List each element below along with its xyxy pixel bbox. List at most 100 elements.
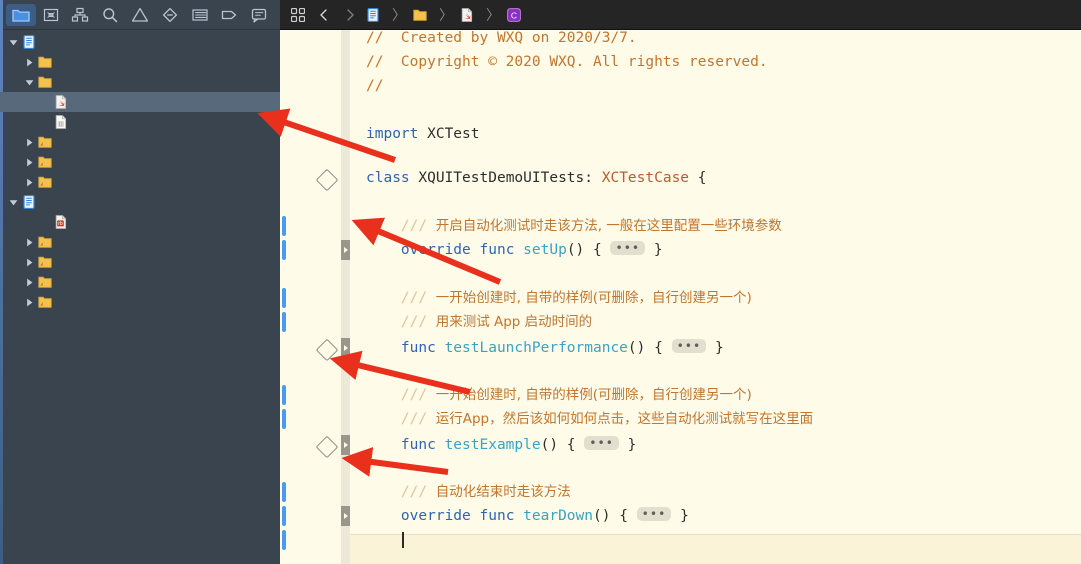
svg-text:rb: rb: [58, 221, 63, 227]
project-icon: [20, 35, 38, 49]
code-placeholder-token[interactable]: •••: [672, 339, 707, 353]
plist-file-icon: [52, 115, 70, 129]
file-tree-row[interactable]: rb: [0, 212, 280, 232]
folder-icon: [36, 75, 54, 89]
file-tree-row[interactable]: [0, 32, 280, 52]
file-tree-row[interactable]: [0, 232, 280, 252]
code-fold-arrow-icon[interactable]: [341, 435, 350, 455]
code-placeholder-token[interactable]: •••: [637, 507, 672, 521]
back-button[interactable]: [314, 5, 334, 25]
project-navigator-icon[interactable]: [6, 4, 36, 26]
code-folding-ribbon[interactable]: [341, 30, 350, 564]
code-fold-arrow-icon[interactable]: [341, 506, 350, 526]
code-line: func testExample() { ••• }: [366, 435, 636, 455]
test-run-diamond-icon[interactable]: [316, 169, 339, 192]
file-tree-row[interactable]: [0, 52, 280, 72]
ruby-file-icon: rb: [52, 215, 70, 229]
jump-bar: 〉〉〉C: [280, 0, 1081, 30]
uncommitted-change-bar: [282, 482, 286, 502]
swift-file-icon: [460, 8, 474, 22]
code-line: /// 开启自动化测试时走该方法, 一般在这里配置一些环境参数: [366, 216, 782, 236]
file-tree-row[interactable]: [0, 132, 280, 152]
xcode-window: rb 〉〉〉C // Create: [0, 0, 1081, 564]
issue-navigator-icon[interactable]: [125, 4, 155, 26]
find-navigator-icon[interactable]: [95, 4, 125, 26]
disclosure-triangle-icon[interactable]: [22, 178, 36, 187]
change-bar-column: [280, 30, 289, 564]
report-navigator-icon[interactable]: [244, 4, 274, 26]
disclosure-triangle-icon[interactable]: [22, 158, 36, 167]
file-tree-row[interactable]: [0, 72, 280, 92]
file-tree-row-selected[interactable]: [0, 92, 280, 112]
uncommitted-change-bar: [282, 530, 286, 550]
uncommitted-change-bar: [282, 240, 286, 260]
disclosure-triangle-icon[interactable]: [22, 278, 36, 287]
code-line: // Created by WXQ on 2020/3/7.: [366, 30, 637, 48]
source-editor[interactable]: // Created by WXQ on 2020/3/7. // Copyrig…: [280, 30, 1081, 564]
breadcrumb-item[interactable]: [413, 8, 432, 22]
symbol-navigator-icon[interactable]: [66, 4, 96, 26]
code-line: /// 运行App，然后该如何如何点击，这些自动化测试就写在这里面: [366, 409, 813, 429]
code-line: class XQUITestDemoUITests: XCTestCase {: [366, 168, 707, 188]
line-number-gutter[interactable]: [289, 30, 341, 564]
code-line: //: [366, 76, 383, 96]
disclosure-triangle-icon[interactable]: [22, 298, 36, 307]
folder-ref-icon: [36, 175, 54, 189]
uncommitted-change-bar: [282, 288, 286, 308]
folder-ref-icon: [36, 275, 54, 289]
disclosure-triangle-icon[interactable]: [6, 198, 20, 207]
folder-ref-icon: [36, 295, 54, 309]
file-tree-row[interactable]: [0, 252, 280, 272]
breadcrumb-item[interactable]: [366, 8, 385, 22]
code-fold-arrow-icon[interactable]: [341, 338, 350, 358]
code-placeholder-token[interactable]: •••: [610, 241, 645, 255]
file-tree-row[interactable]: [0, 192, 280, 212]
disclosure-triangle-icon[interactable]: [22, 78, 36, 87]
breadcrumb-separator: 〉: [485, 5, 501, 25]
code-line: override func setUp() { ••• }: [366, 240, 663, 260]
folder-ref-icon: [36, 155, 54, 169]
disclosure-triangle-icon[interactable]: [6, 38, 20, 47]
project-navigator-tree[interactable]: rb: [0, 30, 280, 564]
code-line: override func tearDown() { ••• }: [366, 506, 689, 526]
test-navigator-icon[interactable]: [155, 4, 185, 26]
code-line: /// 用来测试 App 启动时间的: [366, 312, 592, 332]
code-line: // Copyright © 2020 WXQ. All rights rese…: [366, 52, 768, 72]
file-tree-row[interactable]: [0, 112, 280, 132]
editor-pane: 〉〉〉C // Created by WXQ on 2020/3/7.// Co…: [280, 0, 1081, 564]
svg-text:C: C: [511, 10, 517, 20]
file-tree-row[interactable]: [0, 152, 280, 172]
test-run-diamond-icon[interactable]: [316, 436, 339, 459]
breakpoint-navigator-icon[interactable]: [214, 4, 244, 26]
breadcrumb-item[interactable]: [460, 8, 479, 22]
uncommitted-change-bar: [282, 216, 286, 236]
disclosure-triangle-icon[interactable]: [22, 58, 36, 67]
breadcrumb-item[interactable]: C: [507, 8, 526, 22]
navigator-selector-bar: [0, 0, 280, 30]
code-line: /// 自动化结束时走该方法: [366, 482, 571, 502]
uncommitted-change-bar: [282, 312, 286, 332]
debug-navigator-icon[interactable]: [185, 4, 215, 26]
related-items-icon[interactable]: [288, 5, 308, 25]
test-run-diamond-icon[interactable]: [316, 339, 339, 362]
code-placeholder-token[interactable]: •••: [584, 436, 619, 450]
disclosure-triangle-icon[interactable]: [22, 238, 36, 247]
forward-button[interactable]: [340, 5, 360, 25]
code-fold-arrow-icon[interactable]: [341, 240, 350, 260]
uncommitted-change-bar: [282, 385, 286, 405]
navigator-sidebar: rb: [0, 0, 280, 564]
uncommitted-change-bar: [282, 409, 286, 429]
folder-icon: [413, 8, 427, 22]
file-tree-row[interactable]: [0, 292, 280, 312]
code-text[interactable]: // Created by WXQ on 2020/3/7. // Copyrig…: [350, 30, 1081, 564]
code-line: /// 一开始创建时, 自带的样例(可删除，自行创建另一个): [366, 385, 752, 405]
folder-ref-icon: [36, 135, 54, 149]
project-icon: [366, 8, 380, 22]
disclosure-triangle-icon[interactable]: [22, 258, 36, 267]
disclosure-triangle-icon[interactable]: [22, 138, 36, 147]
source-control-navigator-icon[interactable]: [36, 4, 66, 26]
folder-ref-icon: [36, 255, 54, 269]
code-line: /// 一开始创建时, 自带的样例(可删除，自行创建另一个): [366, 288, 752, 308]
file-tree-row[interactable]: [0, 172, 280, 192]
file-tree-row[interactable]: [0, 272, 280, 292]
